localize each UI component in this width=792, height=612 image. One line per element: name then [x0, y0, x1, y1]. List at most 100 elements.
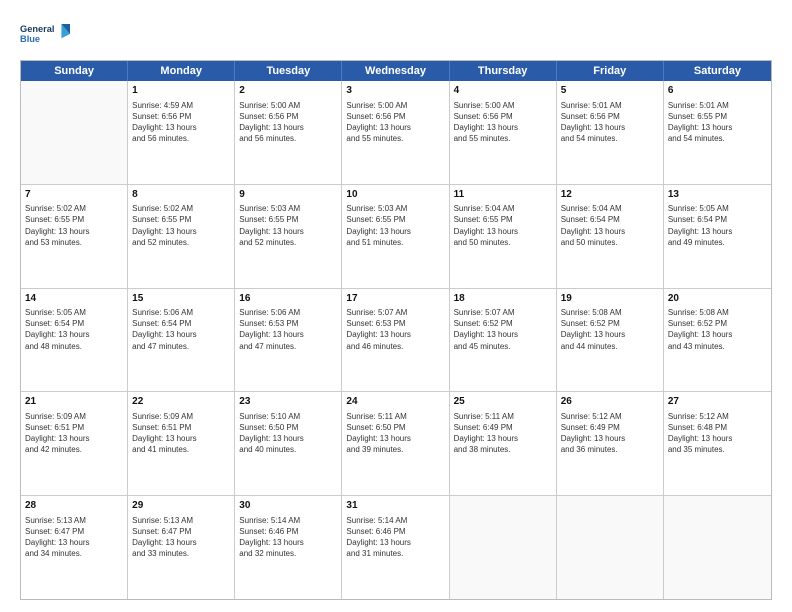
calendar-cell: 2 Sunrise: 5:00 AM Sunset: 6:56 PM Daylig…	[235, 81, 342, 184]
day-info: Sunrise: 5:06 AM Sunset: 6:53 PM Dayligh…	[239, 307, 337, 352]
day-info: Sunrise: 5:02 AM Sunset: 6:55 PM Dayligh…	[25, 203, 123, 248]
day-number: 31	[346, 499, 444, 513]
day-number: 8	[132, 188, 230, 202]
calendar-cell: 19Sunrise: 5:08 AM Sunset: 6:52 PM Dayli…	[557, 289, 664, 392]
day-number: 25	[454, 395, 552, 409]
day-number: 17	[346, 292, 444, 306]
day-info: Sunrise: 5:00 AM Sunset: 6:56 PM Dayligh…	[346, 100, 444, 145]
calendar-cell: 30 Sunrise: 5:14 AM Sunset: 6:46 PM Dayli…	[235, 496, 342, 599]
day-number: 1	[132, 84, 230, 98]
svg-text:General: General	[20, 24, 55, 34]
calendar-week: 21 Sunrise: 5:09 AM Sunset: 6:51 PM Dayli…	[21, 392, 771, 496]
day-info: Sunrise: 5:01 AM Sunset: 6:56 PM Dayligh…	[561, 100, 659, 145]
calendar-cell: 14Sunrise: 5:05 AM Sunset: 6:54 PM Dayli…	[21, 289, 128, 392]
calendar-cell: 28Sunrise: 5:13 AM Sunset: 6:47 PM Dayli…	[21, 496, 128, 599]
day-info: Sunrise: 5:06 AM Sunset: 6:54 PM Dayligh…	[132, 307, 230, 352]
calendar-header: SundayMondayTuesdayWednesdayThursdayFrid…	[21, 61, 771, 81]
calendar-cell: 6 Sunrise: 5:01 AM Sunset: 6:55 PM Daylig…	[664, 81, 771, 184]
day-info: Sunrise: 5:00 AM Sunset: 6:56 PM Dayligh…	[239, 100, 337, 145]
day-number: 24	[346, 395, 444, 409]
calendar-cell: 18Sunrise: 5:07 AM Sunset: 6:52 PM Dayli…	[450, 289, 557, 392]
calendar-cell: 4Sunrise: 5:00 AM Sunset: 6:56 PM Daylig…	[450, 81, 557, 184]
day-info: Sunrise: 5:11 AM Sunset: 6:50 PM Dayligh…	[346, 411, 444, 456]
calendar-header-cell: Wednesday	[342, 61, 449, 81]
day-number: 12	[561, 188, 659, 202]
header: General Blue	[20, 16, 772, 52]
calendar-cell: 3 Sunrise: 5:00 AM Sunset: 6:56 PM Daylig…	[342, 81, 449, 184]
day-info: Sunrise: 5:04 AM Sunset: 6:55 PM Dayligh…	[454, 203, 552, 248]
day-info: Sunrise: 5:08 AM Sunset: 6:52 PM Dayligh…	[561, 307, 659, 352]
day-info: Sunrise: 5:02 AM Sunset: 6:55 PM Dayligh…	[132, 203, 230, 248]
calendar-cell: 24 Sunrise: 5:11 AM Sunset: 6:50 PM Dayli…	[342, 392, 449, 495]
calendar-header-cell: Tuesday	[235, 61, 342, 81]
calendar-cell: 5 Sunrise: 5:01 AM Sunset: 6:56 PM Daylig…	[557, 81, 664, 184]
day-info: Sunrise: 5:12 AM Sunset: 6:49 PM Dayligh…	[561, 411, 659, 456]
day-number: 20	[668, 292, 767, 306]
calendar-cell: 9Sunrise: 5:03 AM Sunset: 6:55 PM Daylig…	[235, 185, 342, 288]
calendar-cell: 22Sunrise: 5:09 AM Sunset: 6:51 PM Dayli…	[128, 392, 235, 495]
calendar-body: 1 Sunrise: 4:59 AM Sunset: 6:56 PM Daylig…	[21, 81, 771, 599]
day-info: Sunrise: 5:14 AM Sunset: 6:46 PM Dayligh…	[239, 515, 337, 560]
day-number: 3	[346, 84, 444, 98]
day-number: 4	[454, 84, 552, 98]
calendar-cell: 23 Sunrise: 5:10 AM Sunset: 6:50 PM Dayli…	[235, 392, 342, 495]
calendar-container: SundayMondayTuesdayWednesdayThursdayFrid…	[20, 60, 772, 600]
calendar-week: 28Sunrise: 5:13 AM Sunset: 6:47 PM Dayli…	[21, 496, 771, 599]
day-number: 6	[668, 84, 767, 98]
calendar-cell: 16Sunrise: 5:06 AM Sunset: 6:53 PM Dayli…	[235, 289, 342, 392]
calendar-cell: 25 Sunrise: 5:11 AM Sunset: 6:49 PM Dayli…	[450, 392, 557, 495]
calendar-cell: 13Sunrise: 5:05 AM Sunset: 6:54 PM Dayli…	[664, 185, 771, 288]
calendar-cell: 21 Sunrise: 5:09 AM Sunset: 6:51 PM Dayli…	[21, 392, 128, 495]
day-info: Sunrise: 5:12 AM Sunset: 6:48 PM Dayligh…	[668, 411, 767, 456]
calendar-cell: 10Sunrise: 5:03 AM Sunset: 6:55 PM Dayli…	[342, 185, 449, 288]
day-number: 13	[668, 188, 767, 202]
day-info: Sunrise: 5:03 AM Sunset: 6:55 PM Dayligh…	[346, 203, 444, 248]
calendar-cell	[664, 496, 771, 599]
day-info: Sunrise: 5:11 AM Sunset: 6:49 PM Dayligh…	[454, 411, 552, 456]
day-info: Sunrise: 4:59 AM Sunset: 6:56 PM Dayligh…	[132, 100, 230, 145]
calendar-cell: 29 Sunrise: 5:13 AM Sunset: 6:47 PM Dayli…	[128, 496, 235, 599]
calendar-header-cell: Saturday	[664, 61, 771, 81]
calendar-cell: 7Sunrise: 5:02 AM Sunset: 6:55 PM Daylig…	[21, 185, 128, 288]
calendar-cell	[450, 496, 557, 599]
day-number: 11	[454, 188, 552, 202]
calendar-week: 1 Sunrise: 4:59 AM Sunset: 6:56 PM Daylig…	[21, 81, 771, 185]
day-number: 21	[25, 395, 123, 409]
day-info: Sunrise: 5:05 AM Sunset: 6:54 PM Dayligh…	[668, 203, 767, 248]
logo-svg: General Blue	[20, 16, 70, 52]
calendar-header-cell: Sunday	[21, 61, 128, 81]
calendar-week: 14Sunrise: 5:05 AM Sunset: 6:54 PM Dayli…	[21, 289, 771, 393]
day-info: Sunrise: 5:05 AM Sunset: 6:54 PM Dayligh…	[25, 307, 123, 352]
calendar-cell: 12Sunrise: 5:04 AM Sunset: 6:54 PM Dayli…	[557, 185, 664, 288]
day-number: 5	[561, 84, 659, 98]
page: General Blue SundayMondayTuesdayWednesda…	[0, 0, 792, 612]
svg-text:Blue: Blue	[20, 34, 40, 44]
day-info: Sunrise: 5:01 AM Sunset: 6:55 PM Dayligh…	[668, 100, 767, 145]
day-info: Sunrise: 5:10 AM Sunset: 6:50 PM Dayligh…	[239, 411, 337, 456]
day-info: Sunrise: 5:03 AM Sunset: 6:55 PM Dayligh…	[239, 203, 337, 248]
calendar-cell: 8Sunrise: 5:02 AM Sunset: 6:55 PM Daylig…	[128, 185, 235, 288]
day-info: Sunrise: 5:13 AM Sunset: 6:47 PM Dayligh…	[132, 515, 230, 560]
calendar-header-cell: Thursday	[450, 61, 557, 81]
day-number: 27	[668, 395, 767, 409]
day-number: 29	[132, 499, 230, 513]
day-info: Sunrise: 5:07 AM Sunset: 6:53 PM Dayligh…	[346, 307, 444, 352]
calendar-cell: 1 Sunrise: 4:59 AM Sunset: 6:56 PM Daylig…	[128, 81, 235, 184]
day-info: Sunrise: 5:07 AM Sunset: 6:52 PM Dayligh…	[454, 307, 552, 352]
calendar-cell: 17Sunrise: 5:07 AM Sunset: 6:53 PM Dayli…	[342, 289, 449, 392]
day-info: Sunrise: 5:14 AM Sunset: 6:46 PM Dayligh…	[346, 515, 444, 560]
calendar-cell: 15Sunrise: 5:06 AM Sunset: 6:54 PM Dayli…	[128, 289, 235, 392]
calendar-cell: 11Sunrise: 5:04 AM Sunset: 6:55 PM Dayli…	[450, 185, 557, 288]
day-info: Sunrise: 5:13 AM Sunset: 6:47 PM Dayligh…	[25, 515, 123, 560]
day-number: 2	[239, 84, 337, 98]
day-number: 30	[239, 499, 337, 513]
calendar-cell: 27 Sunrise: 5:12 AM Sunset: 6:48 PM Dayli…	[664, 392, 771, 495]
day-number: 26	[561, 395, 659, 409]
day-number: 9	[239, 188, 337, 202]
day-info: Sunrise: 5:09 AM Sunset: 6:51 PM Dayligh…	[25, 411, 123, 456]
day-info: Sunrise: 5:04 AM Sunset: 6:54 PM Dayligh…	[561, 203, 659, 248]
day-number: 14	[25, 292, 123, 306]
day-number: 23	[239, 395, 337, 409]
calendar-cell	[21, 81, 128, 184]
calendar-header-cell: Friday	[557, 61, 664, 81]
